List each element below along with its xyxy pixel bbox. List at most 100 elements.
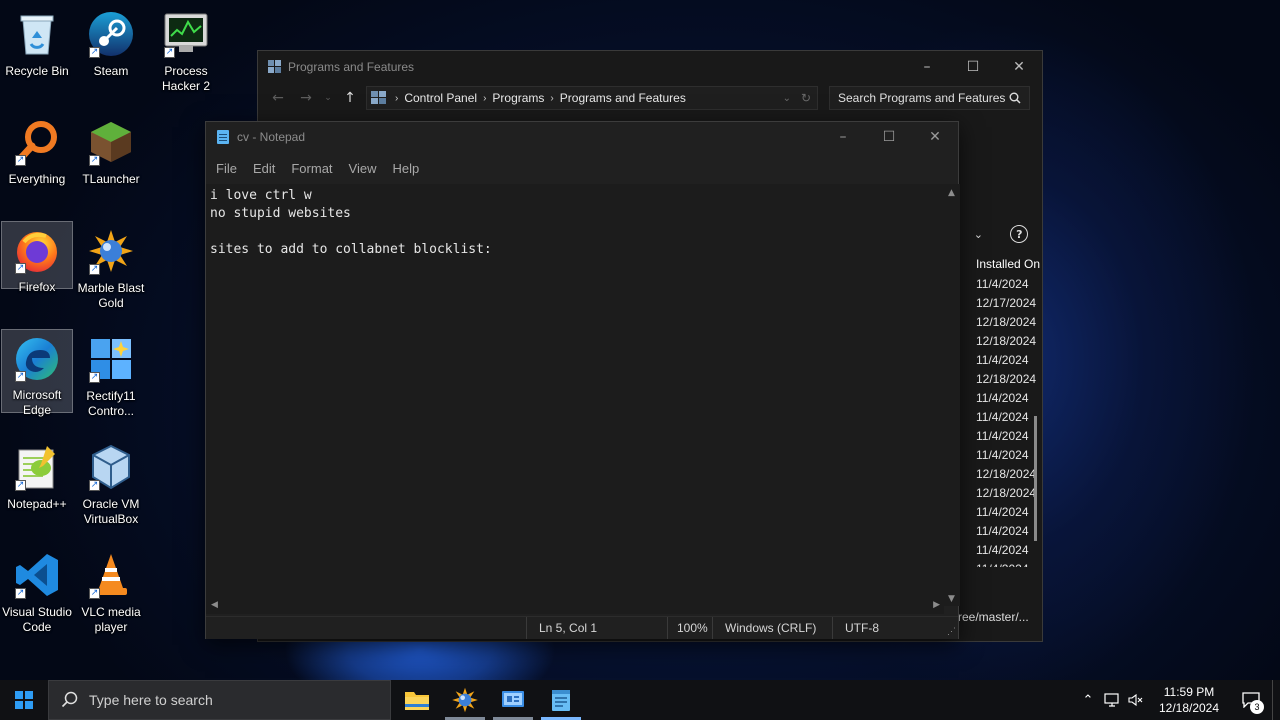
scroll-down-icon[interactable]: ▼ xyxy=(948,594,955,604)
desktop-icon-label: Steam xyxy=(93,64,129,78)
horizontal-scrollbar[interactable]: ◀ ▶ xyxy=(206,600,944,614)
notepadpp-icon: ↗ xyxy=(13,443,61,491)
menu-help[interactable]: Help xyxy=(385,157,426,180)
taskbar-file-explorer[interactable] xyxy=(393,680,441,720)
program-row-installed-on[interactable]: 12/18/2024 xyxy=(973,332,1041,351)
shortcut-arrow-icon: ↗ xyxy=(89,47,100,58)
program-row-installed-on[interactable]: 12/18/2024 xyxy=(973,313,1041,332)
desktop-icon-process-hacker[interactable]: ↗ Process Hacker 2 xyxy=(150,4,222,108)
vertical-scrollbar[interactable]: ▲ ▼ xyxy=(944,184,960,606)
program-row-installed-on[interactable]: 12/18/2024 xyxy=(973,484,1041,503)
status-bar: Ln 5, Col 1 100% Windows (CRLF) UTF-8 ⋰ xyxy=(206,616,958,639)
address-dropdown-icon[interactable]: ⌄ xyxy=(783,93,791,104)
scroll-left-icon[interactable]: ◀ xyxy=(211,600,218,610)
scroll-right-icon[interactable]: ▶ xyxy=(933,600,940,610)
desktop-icon-recycle-bin[interactable]: Recycle Bin xyxy=(1,4,73,108)
menu-file[interactable]: File xyxy=(209,157,244,180)
shortcut-arrow-icon: ↗ xyxy=(15,480,26,491)
column-header-installed-on[interactable]: Installed On xyxy=(973,255,1041,275)
recent-dropdown-icon[interactable]: ⌄ xyxy=(320,84,336,112)
cursor-position: Ln 5, Col 1 xyxy=(526,617,667,639)
navigation-bar: ← → ⌄ ↑ › Control Panel › Programs › Pro… xyxy=(258,83,1042,113)
firefox-icon: ↗ xyxy=(13,228,61,274)
program-row-installed-on[interactable]: 11/4/2024 xyxy=(973,446,1041,465)
vlc-icon: ↗ xyxy=(87,551,135,599)
desktop-icon-firefox[interactable]: ↗ Firefox xyxy=(1,221,73,294)
desktop-icon-vscode[interactable]: ↗ Visual Studio Code xyxy=(1,545,73,649)
program-row-installed-on[interactable]: 11/4/2024 xyxy=(973,389,1041,408)
desktop-icon-marble-blast[interactable]: ↗ Marble Blast Gold xyxy=(75,221,147,325)
taskbar-marble-blast[interactable] xyxy=(441,680,489,720)
scroll-up-icon[interactable]: ▲ xyxy=(948,188,955,198)
close-button[interactable]: ✕ xyxy=(996,51,1042,83)
volume-muted-icon[interactable] xyxy=(1124,680,1148,720)
scrollbar-thumb[interactable] xyxy=(1034,416,1037,541)
shortcut-arrow-icon: ↗ xyxy=(89,480,100,491)
menu-edit[interactable]: Edit xyxy=(246,157,282,180)
window-titlebar[interactable]: cv - Notepad – ☐ ✕ xyxy=(206,122,958,152)
notepad-icon xyxy=(552,690,570,711)
clock[interactable]: 11:59 PM 12/18/2024 xyxy=(1148,684,1230,716)
refresh-icon[interactable]: ↻ xyxy=(801,91,811,105)
taskbar-search-placeholder: Type here to search xyxy=(89,692,213,708)
program-row-installed-on[interactable]: 12/18/2024 xyxy=(973,370,1041,389)
desktop-icon-vlc[interactable]: ↗ VLC media player xyxy=(75,545,147,649)
desktop-icon-steam[interactable]: ↗ Steam xyxy=(75,4,147,108)
forward-arrow-icon[interactable]: → xyxy=(292,84,320,112)
search-field[interactable]: Search Programs and Features xyxy=(829,86,1030,110)
show-desktop-button[interactable] xyxy=(1272,680,1280,720)
virtualbox-icon: ↗ xyxy=(87,443,135,491)
maximize-button[interactable]: ☐ xyxy=(950,51,996,83)
taskbar-notepad[interactable] xyxy=(537,680,585,720)
program-row-installed-on[interactable]: 11/4/2024 xyxy=(973,541,1041,560)
notepad-window[interactable]: cv - Notepad – ☐ ✕ File Edit Format View… xyxy=(205,121,960,639)
network-icon[interactable] xyxy=(1100,680,1124,720)
desktop-icon-virtualbox[interactable]: ↗ Oracle VM VirtualBox xyxy=(75,437,147,541)
program-row-installed-on[interactable]: 11/4/2024 xyxy=(973,427,1041,446)
program-row-installed-on[interactable]: 11/4/2024 xyxy=(973,522,1041,541)
taskbar-control-panel[interactable] xyxy=(489,680,537,720)
show-hidden-icons-chevron-icon[interactable]: ⌃ xyxy=(1076,680,1100,720)
program-row-installed-on[interactable]: 12/18/2024 xyxy=(973,465,1041,484)
program-row-installed-on[interactable]: 11/4/2024 xyxy=(973,503,1041,522)
resize-grip-icon[interactable]: ⋰ xyxy=(947,626,956,637)
edge-icon: ↗ xyxy=(13,336,61,382)
start-button[interactable] xyxy=(0,680,48,720)
search-placeholder: Search Programs and Features xyxy=(838,91,1006,105)
desktop-icon-notepadpp[interactable]: ↗ Notepad++ xyxy=(1,437,73,541)
close-button[interactable]: ✕ xyxy=(912,122,958,152)
program-row-installed-on[interactable]: 11/4/2024 xyxy=(973,408,1041,427)
program-row-installed-on[interactable]: 11/4/2024 xyxy=(973,351,1041,370)
desktop-icon-label: Everything xyxy=(8,172,66,186)
minimize-button[interactable]: – xyxy=(904,51,950,83)
shortcut-arrow-icon: ↗ xyxy=(15,155,26,166)
view-options-dropdown-icon[interactable]: ⌄ xyxy=(974,228,983,241)
notepad-icon xyxy=(217,130,229,144)
shortcut-arrow-icon: ↗ xyxy=(89,588,100,599)
help-icon[interactable]: ? xyxy=(1010,225,1029,243)
desktop-icon-everything[interactable]: ↗ Everything xyxy=(1,112,73,216)
menu-format[interactable]: Format xyxy=(284,157,339,180)
program-row-installed-on[interactable]: 12/17/2024 xyxy=(973,294,1041,313)
address-bar[interactable]: › Control Panel › Programs › Programs an… xyxy=(366,86,818,110)
desktop-icon-rectify11[interactable]: ↗ Rectify11 Contro... xyxy=(75,329,147,433)
maximize-button[interactable]: ☐ xyxy=(866,122,912,152)
program-row-installed-on[interactable]: 11/4/2024 xyxy=(973,560,1041,567)
breadcrumb-control-panel[interactable]: Control Panel xyxy=(404,91,477,105)
breadcrumb-programs-and-features[interactable]: Programs and Features xyxy=(560,91,686,105)
notification-center-button[interactable]: 3 xyxy=(1230,680,1272,720)
program-row-installed-on[interactable]: 11/4/2024 xyxy=(973,275,1041,294)
taskbar-search-box[interactable]: Type here to search xyxy=(48,680,391,720)
shortcut-arrow-icon: ↗ xyxy=(15,371,26,382)
marble-blast-icon: ↗ xyxy=(87,227,135,275)
minimize-button[interactable]: – xyxy=(820,122,866,152)
breadcrumb-programs[interactable]: Programs xyxy=(492,91,544,105)
desktop-icon-tlauncher[interactable]: ↗ TLauncher xyxy=(75,112,147,216)
up-arrow-icon[interactable]: ↑ xyxy=(336,84,364,112)
desktop-icon-edge[interactable]: ↗ Microsoft Edge xyxy=(1,329,73,417)
back-arrow-icon[interactable]: ← xyxy=(264,84,292,112)
text-editor[interactable]: i love ctrl w no stupid websites sites t… xyxy=(206,184,944,606)
status-text: ree/master/... xyxy=(958,610,1029,624)
menu-view[interactable]: View xyxy=(342,157,384,180)
window-titlebar[interactable]: Programs and Features – ☐ ✕ xyxy=(258,51,1042,83)
